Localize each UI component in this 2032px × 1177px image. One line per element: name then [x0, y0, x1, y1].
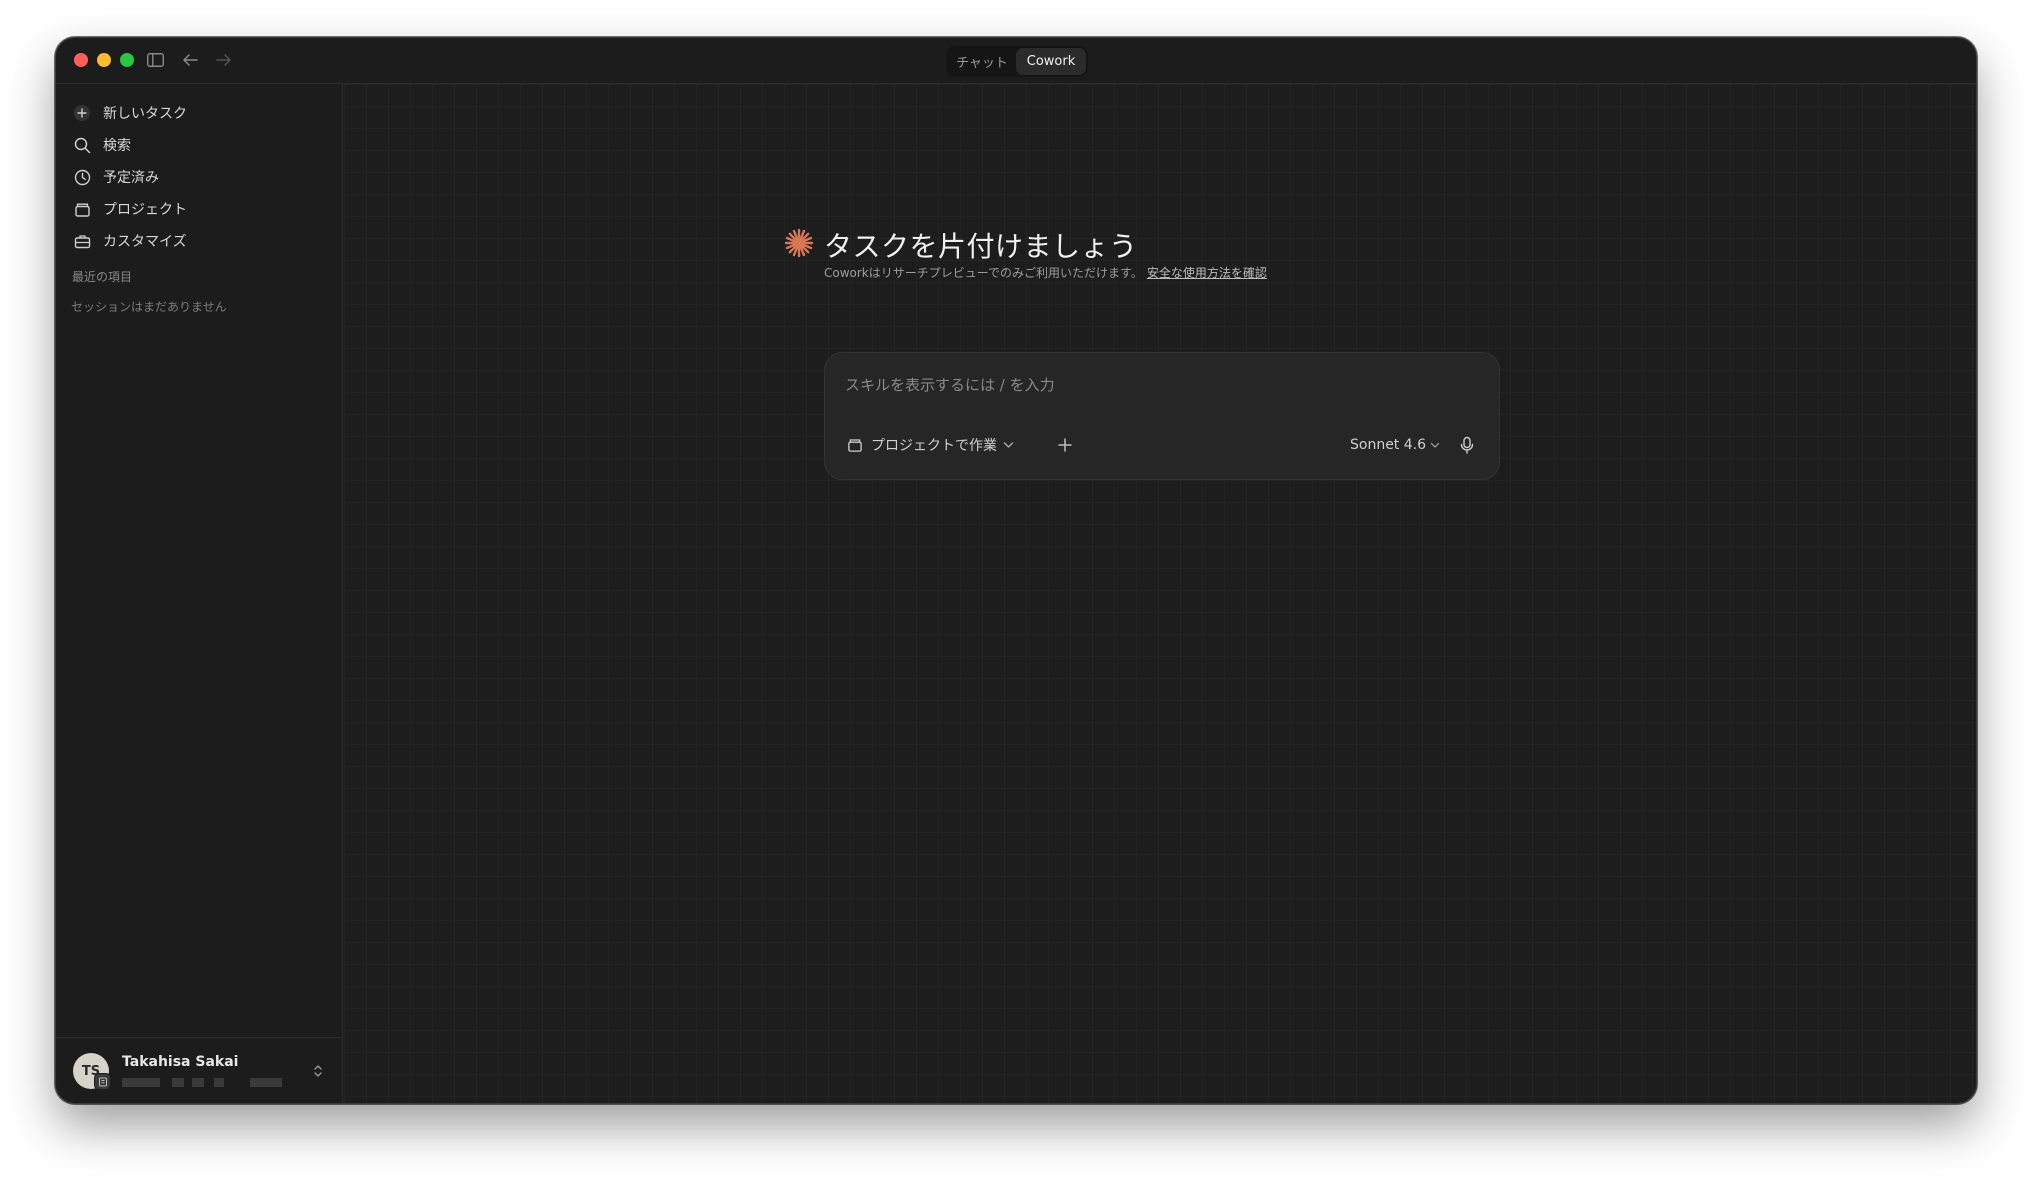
plus-icon [1058, 438, 1072, 452]
tab-chat[interactable]: チャット [948, 48, 1016, 75]
mode-switcher: チャット Cowork [946, 46, 1088, 77]
sidebar: 新しいタスク 検索 予定済み プロジェクト カスタマイズ 最近の項目 セッション… [56, 84, 343, 1103]
clock-icon [72, 167, 92, 187]
plus-circle-icon [72, 103, 92, 123]
chevron-down-icon [1430, 442, 1440, 449]
sidebar-toggle-icon[interactable] [144, 49, 166, 71]
tab-cowork[interactable]: Cowork [1016, 48, 1086, 75]
sidebar-item-label: 予定済み [103, 170, 159, 186]
close-window-button[interactable] [74, 53, 88, 67]
preview-notice: Coworkはリサーチプレビューでのみご利用いただけます。 安全な使用方法を確認 [824, 264, 1267, 281]
project-select-button[interactable]: プロジェクトで作業 [847, 431, 1014, 459]
app-window: チャット Cowork 新しいタスク 検索 予定済み プロジェクト カスタマイズ… [55, 37, 1977, 1104]
task-input-card: プロジェクトで作業 Sonnet 4.6 [824, 352, 1500, 480]
sidebar-item-label: 新しいタスク [103, 106, 187, 122]
model-select-label: Sonnet 4.6 [1350, 437, 1427, 453]
recent-section-title: 最近の項目 [72, 270, 133, 284]
microphone-button[interactable] [1455, 433, 1479, 457]
sidebar-item-label: プロジェクト [103, 202, 187, 218]
claude-asterisk-icon [784, 228, 814, 258]
user-email-redacted [122, 1078, 282, 1087]
back-arrow-icon[interactable] [179, 49, 201, 71]
sidebar-item-new-task[interactable]: 新しいタスク [68, 98, 330, 128]
chevron-up-down-icon [311, 1062, 325, 1080]
main-content: タスクを片付けましょう Coworkはリサーチプレビューでのみご利用いただけます… [344, 84, 1976, 1103]
sidebar-item-customize[interactable]: カスタマイズ [68, 226, 330, 256]
sidebar-item-projects[interactable]: プロジェクト [68, 194, 330, 224]
sidebar-item-scheduled[interactable]: 予定済み [68, 162, 330, 192]
recent-empty-text: セッションはまだありません [71, 300, 227, 314]
chevron-down-icon [1003, 441, 1014, 449]
microphone-icon [1460, 436, 1474, 454]
toolbox-icon [72, 231, 92, 251]
search-icon [72, 135, 92, 155]
task-input[interactable] [845, 373, 1475, 397]
safety-guide-link[interactable]: 安全な使用方法を確認 [1147, 266, 1267, 280]
titlebar: チャット Cowork [56, 38, 1976, 84]
sidebar-item-label: カスタマイズ [103, 234, 187, 250]
zoom-window-button[interactable] [120, 53, 134, 67]
add-attachment-button[interactable] [1053, 433, 1077, 457]
user-name: Takahisa Sakai [122, 1054, 239, 1070]
model-select-button[interactable]: Sonnet 4.6 [1350, 433, 1440, 457]
folder-icon [847, 437, 863, 453]
sidebar-item-search[interactable]: 検索 [68, 130, 330, 160]
forward-arrow-icon[interactable] [213, 49, 235, 71]
sidebar-item-label: 検索 [103, 138, 131, 154]
folder-icon [72, 199, 92, 219]
preview-notice-text: Coworkはリサーチプレビューでのみご利用いただけます。 [824, 266, 1143, 280]
minimize-window-button[interactable] [97, 53, 111, 67]
org-badge-icon [94, 1073, 111, 1090]
page-title: タスクを片付けましょう [824, 230, 1138, 263]
project-select-label: プロジェクトで作業 [871, 438, 997, 454]
user-menu[interactable]: TS Takahisa Sakai [56, 1037, 343, 1103]
